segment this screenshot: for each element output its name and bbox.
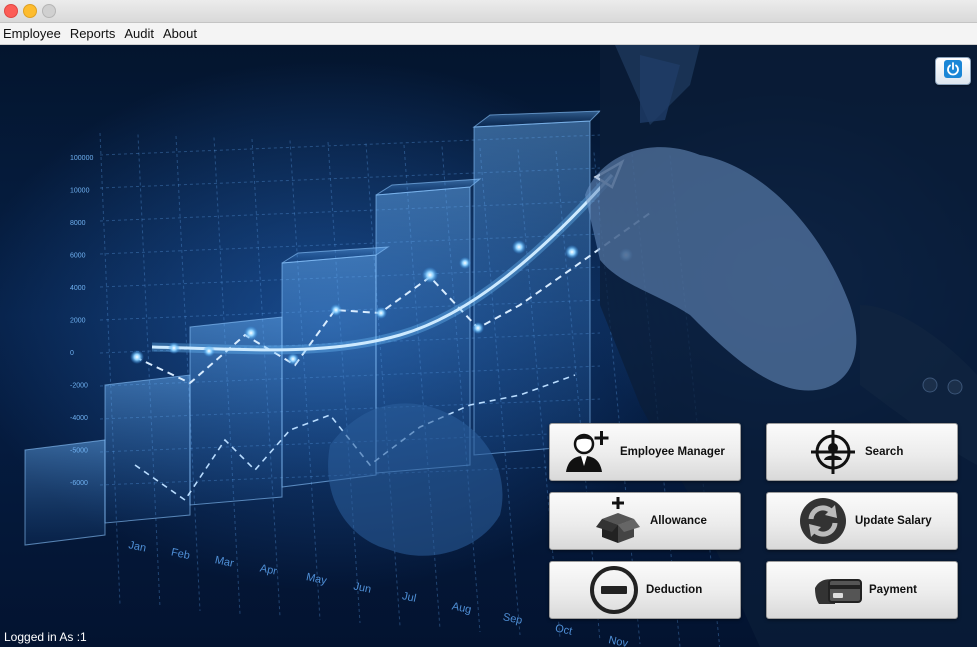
background-y-tick: 2000: [70, 318, 86, 325]
minimize-window-button[interactable]: [23, 4, 37, 18]
background-y-tick: 100000: [70, 155, 93, 162]
background-y-tick: 10000: [70, 188, 90, 195]
employee-manager-button[interactable]: Employee Manager: [549, 423, 741, 481]
dashboard-background: 100000 10000 8000 6000 4000 2000 0 -2000 -4000 -5…: [0, 45, 977, 647]
background-y-tick: 0: [70, 350, 74, 357]
background-y-tick: 4000: [70, 285, 86, 292]
deduction-label: Deduction: [646, 584, 703, 596]
add-box-icon: [592, 495, 644, 547]
menu-reports[interactable]: Reports: [66, 26, 120, 41]
power-icon: [943, 59, 963, 84]
target-search-icon: [807, 426, 859, 478]
login-status: Logged in As :1: [4, 630, 87, 644]
background-month-label: Aug: [451, 600, 473, 616]
employee-manager-label: Employee Manager: [620, 446, 725, 458]
menu-bar: Employee Reports Audit About: [0, 23, 977, 45]
power-button[interactable]: [935, 57, 971, 85]
background-month-label: Mar: [214, 554, 235, 570]
background-month-label: Jun: [352, 580, 372, 595]
menu-audit[interactable]: Audit: [120, 26, 158, 41]
background-month-label: Jul: [401, 590, 417, 605]
background-chart-art: 100000 10000 8000 6000 4000 2000 0 -2000 -4000 -5…: [24, 45, 977, 647]
window-titlebar: [0, 0, 977, 23]
allowance-button[interactable]: Allowance: [549, 492, 741, 550]
refresh-icon: [797, 495, 849, 547]
background-month-label: Nov: [607, 634, 629, 647]
background-y-tick: -4000: [70, 415, 88, 422]
background-month-label: Apr: [259, 562, 279, 577]
update-salary-button[interactable]: Update Salary: [766, 492, 958, 550]
add-employee-icon: [562, 426, 614, 478]
update-salary-label: Update Salary: [855, 515, 932, 527]
payment-button[interactable]: Payment: [766, 561, 958, 619]
allowance-label: Allowance: [650, 515, 707, 527]
background-y-tick: 8000: [70, 220, 86, 227]
background-y-tick: -6000: [70, 480, 88, 487]
menu-employee[interactable]: Employee: [0, 26, 65, 41]
search-label: Search: [865, 446, 904, 458]
background-y-tick: 6000: [70, 253, 86, 260]
background-y-tick: -5000: [70, 448, 88, 455]
close-window-button[interactable]: [4, 4, 18, 18]
background-y-tick: -2000: [70, 383, 88, 390]
background-month-label: Oct: [554, 622, 573, 637]
deduction-button[interactable]: Deduction: [549, 561, 741, 619]
payment-card-icon: [811, 564, 863, 616]
menu-about[interactable]: About: [159, 26, 201, 41]
background-month-label: May: [305, 571, 328, 587]
search-button[interactable]: Search: [766, 423, 958, 481]
zoom-window-button[interactable]: [42, 4, 56, 18]
background-month-label: Feb: [170, 546, 191, 562]
background-month-label: Sep: [502, 611, 524, 627]
background-month-label: Jan: [127, 539, 147, 554]
payment-label: Payment: [869, 584, 917, 596]
minus-circle-icon: [588, 564, 640, 616]
